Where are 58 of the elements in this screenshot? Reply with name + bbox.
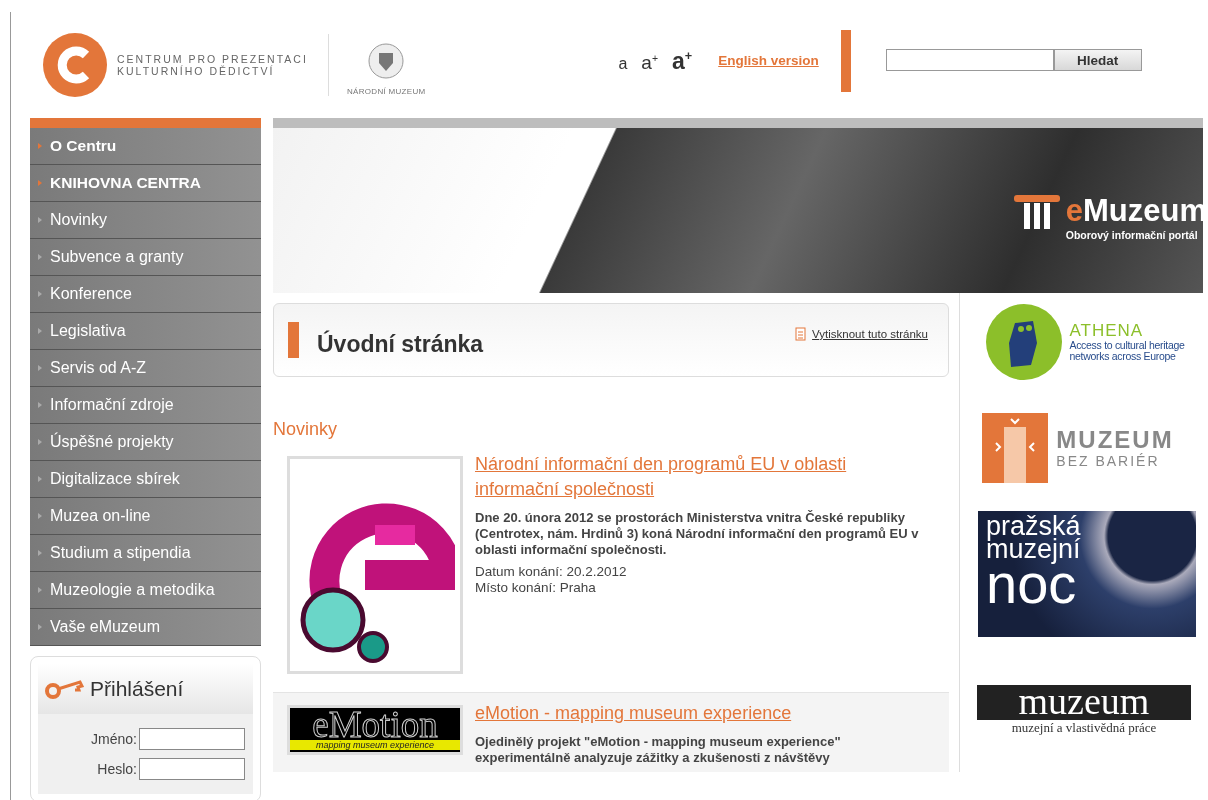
logo-text: MUZEUM [1056, 427, 1174, 454]
menu-item[interactable]: Digitalizace sbírek [30, 461, 261, 498]
logo-text: networks across Europe [1069, 351, 1176, 362]
menu-item[interactable]: Informační zdroje [30, 387, 261, 424]
menu-item[interactable]: Novinky [30, 202, 261, 239]
partner-label: NÁRODNÍ MUZEUM [347, 87, 426, 96]
search-button[interactable]: Hledat [1053, 49, 1142, 71]
menu-item[interactable]: Vaše eMuzeum [30, 609, 261, 646]
article-detail: Datum konání: 20.2.2012 [475, 564, 628, 580]
field-label: Heslo: [96, 761, 137, 777]
print-link[interactable]: Vytisknout tuto stránku [794, 327, 928, 341]
font-size-button[interactable]: a [618, 55, 628, 72]
login-title: Přihlášení [90, 677, 184, 701]
font-size-button[interactable]: a$^{+}$ [672, 49, 693, 73]
menu-item[interactable]: Subvence a granty [30, 239, 261, 276]
font-size-button[interactable]: a$^{+}$ [641, 52, 658, 72]
page-title: Úvodní stránka [317, 330, 485, 358]
logo-text: BEZ BARIÉR [1056, 453, 1161, 469]
seal-icon [368, 41, 405, 81]
input-field[interactable] [139, 728, 245, 750]
article-summary: Ojedinělý projekt "eMotion - mapping museum experience" experimentálně analyzuje zážitky a zkušenosti z návštěvy [475, 734, 842, 766]
section-heading: Novinky [273, 419, 339, 440]
logo-text: muzeum [977, 685, 1191, 720]
accent-bar [840, 30, 851, 92]
printer-icon [794, 327, 809, 341]
logo-text: ATHENA [1069, 322, 1145, 340]
column-icon [1013, 195, 1060, 229]
logo-text: Access to cultural heritage [1069, 340, 1185, 351]
menu-item[interactable]: O Centru [30, 128, 261, 165]
language-link[interactable]: English version [718, 52, 819, 68]
menu-item[interactable]: Konference [30, 276, 261, 313]
brand-title: eMuzeum [1065, 195, 1207, 226]
door-icon [982, 413, 1049, 483]
key-icon [44, 678, 84, 700]
article-title-link[interactable]: Národní informační den programů EU v oblasti informační společnosti [475, 452, 935, 502]
athena-logo[interactable]: ATHENA Access to cultural heritage networks across Europe [985, 303, 1185, 381]
journal-logo[interactable]: muzeum muzejní a vlastivědná práce [977, 685, 1191, 736]
menu-item[interactable]: Muzea on-line [30, 498, 261, 535]
article-title-link[interactable]: eMotion - mapping museum experience [475, 701, 935, 726]
menu-item[interactable]: Legislativa [30, 313, 261, 350]
barrier-free-logo[interactable]: MUZEUM BEZ BARIÉR [982, 413, 1174, 483]
brand-subtitle: Oborový informační portál [1065, 229, 1199, 241]
search-field[interactable] [885, 49, 1054, 71]
menu-item[interactable]: Studium a stipendia [30, 535, 261, 572]
article-detail: Místo konání: Praha [475, 580, 597, 596]
logo-text: muzejní a vlastivědná práce [1011, 720, 1157, 736]
menu-item[interactable]: KNIHOVNA CENTRA [30, 165, 261, 202]
menu-item[interactable]: Servis od A-Z [30, 350, 261, 387]
emotion-logo: eMotion mapping museum experience [287, 705, 463, 755]
museum-night-banner[interactable]: pražská muzejní noc [978, 511, 1196, 637]
field-label: Jméno: [91, 731, 137, 747]
c-logo-icon [43, 33, 107, 97]
input-field[interactable] [139, 758, 245, 780]
menu-item[interactable]: Úspěšné projekty [30, 424, 261, 461]
menu-item[interactable]: Muzeologie a metodika [30, 572, 261, 609]
title-accent-bar [288, 322, 299, 358]
logo-text: CENTRUM PRO PREZENTACI KULTURNÍHO DĚDICTVÍ [117, 53, 308, 77]
article-summary: Dne 20. února 2012 se prostorách Ministerstva vnitra České republiky (Centrotex, nám. Hrdinů 3) koná Národní informační den programů EU v oblasti informační společnosti. [475, 510, 920, 558]
